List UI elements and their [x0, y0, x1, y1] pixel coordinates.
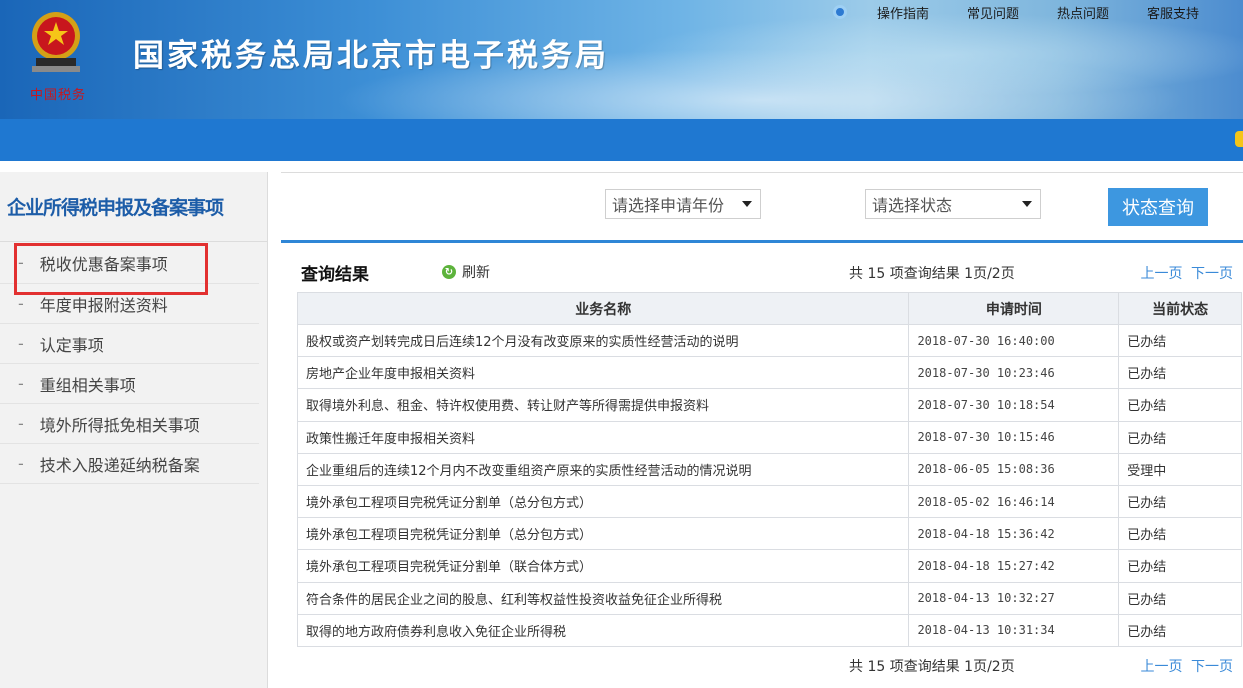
status-select-value: 请选择状态 — [872, 196, 953, 215]
results-title: 查询结果 — [301, 265, 369, 285]
dash-marker: - — [18, 374, 24, 393]
sidebar-item-label: 认定事项 — [39, 335, 104, 355]
business-name-cell: 房地产企业年度申报相关资料 — [296, 356, 910, 390]
sidebar-item-restructuring[interactable]: - 重组相关事项 — [0, 364, 259, 404]
business-name-cell: 境外承包工程项目完税凭证分割单（总分包方式） — [296, 484, 910, 519]
status-cell: 已办结 — [1118, 581, 1242, 615]
results-table: 业务名称 申请时间 当前状态 股权或资产划转完成日后连续12个月没有改变原来的实… — [296, 292, 1242, 647]
apply-time-cell: 2018-06-05 15:08:36 — [908, 452, 1120, 486]
dash-marker: - — [18, 454, 24, 473]
column-header: 当前状态 — [1118, 292, 1242, 325]
apply-time-cell: 2018-07-30 10:15:46 — [908, 420, 1120, 454]
business-name-cell: 取得的地方政府债券利息收入免征企业所得税 — [296, 613, 910, 647]
table-row[interactable]: 取得境外利息、租金、特许权使用费、转让财产等所得需提供申报资料 2018-07-3… — [296, 388, 1242, 422]
gear-icon — [832, 5, 847, 19]
apply-time-cell: 2018-04-13 10:32:27 — [908, 581, 1120, 615]
table-header-row: 业务名称 申请时间 当前状态 — [296, 292, 1242, 325]
selection-highlight — [14, 243, 208, 295]
business-name-cell: 政策性搬迁年度申报相关资料 — [296, 420, 910, 454]
top-nav-support[interactable]: 客服支持 — [1147, 3, 1199, 22]
sidebar-item-label: 年度申报附送资料 — [39, 295, 168, 315]
next-page-link[interactable]: 下一页 — [1191, 266, 1233, 282]
table-body: 股权或资产划转完成日后连续12个月没有改变原来的实质性经营活动的说明 2018-0… — [296, 323, 1242, 647]
top-nav-faq[interactable]: 常见问题 — [967, 3, 1019, 22]
sidebar-item-foreign-credit[interactable]: - 境外所得抵免相关事项 — [0, 404, 259, 444]
status-cell: 受理中 — [1118, 452, 1242, 486]
pager: 上一页 下一页 — [1137, 263, 1233, 283]
apply-time-cell: 2018-04-18 15:36:42 — [908, 517, 1120, 551]
table-row[interactable]: 政策性搬迁年度申报相关资料 2018-07-30 10:15:46 已办结 — [296, 420, 1242, 454]
apply-time-cell: 2018-04-13 10:31:34 — [908, 613, 1120, 647]
results-header: 查询结果 ↻ 刷新 共 15 项查询结果 1页/2页 上一页 下一页 — [301, 260, 1243, 285]
apply-time-cell: 2018-07-30 16:40:00 — [908, 323, 1120, 358]
divider — [281, 240, 1243, 243]
business-name-cell: 境外承包工程项目完税凭证分割单（总分包方式） — [296, 517, 910, 551]
sidebar-item-label: 技术入股递延纳税备案 — [39, 455, 200, 475]
table-row[interactable]: 企业重组后的连续12个月内不改变重组资产原来的实质性经营活动的情况说明 2018-… — [296, 452, 1242, 486]
business-name-cell: 股权或资产划转完成日后连续12个月没有改变原来的实质性经营活动的说明 — [296, 323, 910, 358]
refresh-icon: ↻ — [442, 265, 456, 279]
status-cell: 已办结 — [1118, 549, 1242, 583]
nav-bar — [0, 119, 1243, 161]
refresh-button[interactable]: ↻ 刷新 — [442, 262, 490, 282]
table-row[interactable]: 境外承包工程项目完税凭证分割单（联合体方式） 2018-04-18 15:27:4… — [296, 549, 1242, 583]
prev-page-link[interactable]: 上一页 — [1141, 659, 1183, 675]
next-page-link[interactable]: 下一页 — [1191, 659, 1233, 675]
column-header: 业务名称 — [296, 292, 910, 325]
apply-time-cell: 2018-05-02 16:46:14 — [908, 484, 1120, 519]
table-row[interactable]: 取得的地方政府债券利息收入免征企业所得税 2018-04-13 10:31:34 已… — [296, 613, 1242, 647]
dash-marker: - — [18, 334, 24, 353]
emblem-text: 中国税务 — [30, 88, 87, 103]
status-select[interactable]: 请选择状态 — [865, 189, 1041, 219]
national-emblem-icon — [32, 12, 80, 72]
top-nav-hot-issues[interactable]: 热点问题 — [1057, 3, 1109, 22]
status-query-button[interactable]: 状态查询 — [1108, 188, 1208, 226]
result-count-footer: 共 15 项查询结果 1页/2页 — [849, 659, 1015, 675]
status-cell: 已办结 — [1118, 484, 1242, 519]
prev-page-link[interactable]: 上一页 — [1141, 266, 1183, 282]
pager-footer: 上一页 下一页 — [1137, 656, 1233, 676]
business-name-cell: 符合条件的居民企业之间的股息、红利等权益性投资收益免征企业所得税 — [296, 581, 910, 615]
table-row[interactable]: 股权或资产划转完成日后连续12个月没有改变原来的实质性经营活动的说明 2018-0… — [296, 323, 1242, 358]
business-name-cell: 取得境外利息、租金、特许权使用费、转让财产等所得需提供申报资料 — [296, 388, 910, 422]
top-nav-guide[interactable]: 操作指南 — [877, 3, 929, 22]
dash-marker: - — [18, 294, 24, 313]
status-cell: 已办结 — [1118, 517, 1242, 551]
table-row[interactable]: 境外承包工程项目完税凭证分割单（总分包方式） 2018-05-02 16:46:1… — [296, 484, 1242, 519]
sidebar-item-recognition[interactable]: - 认定事项 — [0, 324, 259, 364]
status-cell: 已办结 — [1118, 388, 1242, 422]
apply-time-cell: 2018-04-18 15:27:42 — [908, 549, 1120, 583]
filter-bar: 请选择申请年份 请选择状态 状态查询 — [281, 172, 1243, 243]
year-select-value: 请选择申请年份 — [612, 196, 725, 215]
sidebar-title: 企业所得税申报及备案事项 — [0, 172, 267, 242]
star-icon — [1235, 131, 1243, 147]
sidebar-item-label: 境外所得抵免相关事项 — [39, 415, 200, 435]
business-name-cell: 企业重组后的连续12个月内不改变重组资产原来的实质性经营活动的情况说明 — [296, 452, 910, 486]
chevron-down-icon — [742, 201, 752, 207]
table-row[interactable]: 房地产企业年度申报相关资料 2018-07-30 10:23:46 已办结 — [296, 356, 1242, 390]
chevron-down-icon — [1022, 201, 1032, 207]
refresh-label: 刷新 — [462, 265, 490, 281]
top-nav: 操作指南 常见问题 热点问题 客服支持 — [832, 0, 1243, 24]
year-select[interactable]: 请选择申请年份 — [605, 189, 761, 219]
site-title: 国家税务总局北京市电子税务局 — [133, 38, 609, 74]
main-content: 请选择申请年份 请选择状态 状态查询 查询结果 ↻ 刷新 共 15 项查询结果 … — [281, 172, 1243, 688]
result-count: 共 15 项查询结果 1页/2页 — [849, 266, 1015, 282]
apply-time-cell: 2018-07-30 10:18:54 — [908, 388, 1120, 422]
sidebar-item-label: 重组相关事项 — [39, 375, 136, 395]
status-cell: 已办结 — [1118, 613, 1242, 647]
status-cell: 已办结 — [1118, 420, 1242, 454]
sidebar-item-tech-equity[interactable]: - 技术入股递延纳税备案 — [0, 444, 259, 484]
dash-marker: - — [18, 414, 24, 433]
business-name-cell: 境外承包工程项目完税凭证分割单（联合体方式） — [296, 549, 910, 583]
column-header: 申请时间 — [908, 292, 1120, 325]
site-header: 中国税务 国家税务总局北京市电子税务局 操作指南 常见问题 热点问题 客服支持 — [0, 0, 1243, 119]
table-row[interactable]: 符合条件的居民企业之间的股息、红利等权益性投资收益免征企业所得税 2018-04-… — [296, 581, 1242, 615]
status-cell: 已办结 — [1118, 356, 1242, 390]
table-row[interactable]: 境外承包工程项目完税凭证分割单（总分包方式） 2018-04-18 15:36:4… — [296, 517, 1242, 551]
apply-time-cell: 2018-07-30 10:23:46 — [908, 356, 1120, 390]
status-cell: 已办结 — [1118, 323, 1242, 358]
